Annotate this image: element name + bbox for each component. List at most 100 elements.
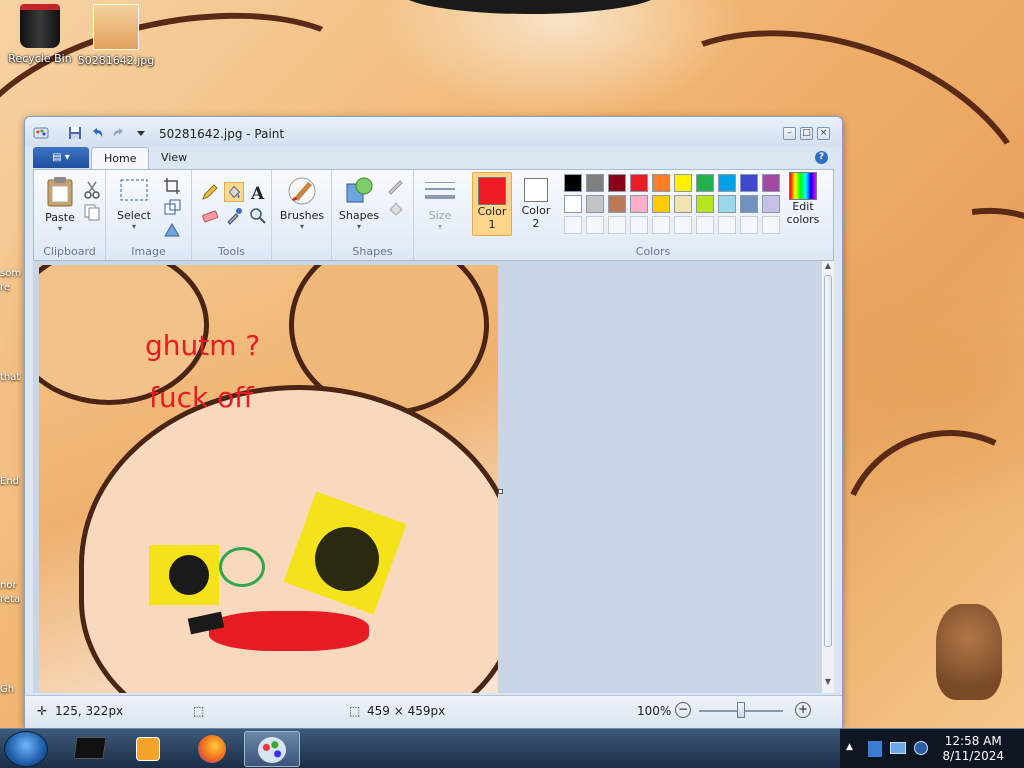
palette-swatch[interactable] bbox=[564, 174, 582, 192]
select-label: Select bbox=[117, 209, 151, 222]
canvas-text-2: fuck off bbox=[149, 381, 254, 414]
paint-app-icon[interactable] bbox=[33, 125, 49, 141]
brushes-group: Brushes ▾ bbox=[272, 170, 332, 260]
color1-button[interactable]: Color 1 bbox=[472, 172, 512, 236]
taskbar-app-paint[interactable] bbox=[244, 731, 300, 767]
canvas-resize-handle[interactable] bbox=[498, 489, 503, 494]
custom-color-slot[interactable] bbox=[586, 216, 604, 234]
taskbar-app-media-player[interactable] bbox=[120, 731, 176, 767]
canvas-workspace[interactable]: ghutm ? fuck off bbox=[33, 261, 821, 693]
brushes-label: Brushes bbox=[279, 209, 325, 222]
palette-swatch[interactable] bbox=[652, 195, 670, 213]
palette-swatch[interactable] bbox=[652, 174, 670, 192]
paste-button[interactable]: Paste ▾ bbox=[40, 176, 80, 233]
tools-group: A Tools bbox=[192, 170, 272, 260]
palette-swatch[interactable] bbox=[740, 174, 758, 192]
cut-icon[interactable] bbox=[82, 180, 102, 200]
tab-view[interactable]: View bbox=[149, 147, 199, 169]
image-group-label: Image bbox=[131, 245, 166, 258]
custom-color-slot[interactable] bbox=[630, 216, 648, 234]
palette-swatch[interactable] bbox=[696, 174, 714, 192]
palette-swatch[interactable] bbox=[608, 195, 626, 213]
zoom-in-button[interactable]: + bbox=[795, 702, 811, 718]
zoom-out-button[interactable]: − bbox=[675, 702, 691, 718]
pencil-icon[interactable] bbox=[200, 182, 220, 202]
custom-color-slot[interactable] bbox=[696, 216, 714, 234]
palette-swatch[interactable] bbox=[630, 195, 648, 213]
clock-time: 12:58 AM bbox=[944, 734, 1002, 748]
drawing-canvas[interactable]: ghutm ? fuck off bbox=[39, 265, 498, 693]
desktop-edge-label: som bbox=[0, 268, 22, 279]
desktop-edge-label: that bbox=[0, 372, 21, 383]
eraser-icon[interactable] bbox=[200, 206, 220, 226]
tray-app-icon[interactable] bbox=[868, 741, 882, 757]
taskbar-app-firefox[interactable] bbox=[184, 731, 240, 767]
hamster-widget[interactable] bbox=[936, 604, 1002, 700]
taskbar-app-terminal[interactable] bbox=[62, 731, 118, 767]
paint-menu-button[interactable]: ▤ ▾ bbox=[33, 147, 89, 168]
custom-color-slot[interactable] bbox=[564, 216, 582, 234]
custom-color-slot[interactable] bbox=[674, 216, 692, 234]
recycle-bin-icon bbox=[20, 4, 60, 48]
size-button[interactable]: Size ▾ bbox=[418, 176, 462, 231]
shape-fill-icon[interactable] bbox=[386, 198, 406, 218]
rotate-icon[interactable] bbox=[162, 220, 182, 240]
palette-swatch[interactable] bbox=[564, 195, 582, 213]
magnifier-icon[interactable] bbox=[248, 206, 268, 226]
crop-icon[interactable] bbox=[162, 176, 182, 196]
scroll-down-arrow[interactable]: ▼ bbox=[822, 677, 834, 691]
fill-icon[interactable] bbox=[224, 182, 244, 202]
palette-swatch[interactable] bbox=[718, 195, 736, 213]
text-icon[interactable]: A bbox=[248, 182, 268, 202]
vertical-scrollbar[interactable]: ▲ ▼ bbox=[821, 261, 834, 693]
tab-home[interactable]: Home bbox=[91, 147, 150, 169]
scroll-thumb[interactable] bbox=[824, 275, 832, 647]
palette-swatch[interactable] bbox=[718, 174, 736, 192]
title-bar[interactable]: 50281642.jpg - Paint – □ × bbox=[25, 117, 842, 147]
custom-color-slot[interactable] bbox=[608, 216, 626, 234]
shapes-button[interactable]: Shapes ▾ bbox=[334, 176, 384, 231]
color2-button[interactable]: Color 2 bbox=[516, 172, 556, 236]
paint-icon bbox=[258, 737, 286, 763]
brushes-button[interactable]: Brushes ▾ bbox=[276, 176, 328, 231]
cursor-position: 125, 322px bbox=[55, 704, 124, 718]
network-icon[interactable] bbox=[890, 742, 906, 754]
volume-icon[interactable] bbox=[914, 741, 928, 755]
shapes-label: Shapes bbox=[338, 209, 380, 222]
show-hidden-icons-icon[interactable]: ▲ bbox=[846, 742, 853, 752]
color-picker-icon[interactable] bbox=[224, 206, 244, 226]
palette-swatch[interactable] bbox=[586, 195, 604, 213]
minimize-button[interactable]: – bbox=[783, 127, 796, 140]
start-button[interactable] bbox=[4, 731, 48, 767]
scroll-up-arrow[interactable]: ▲ bbox=[822, 261, 834, 275]
close-button[interactable]: × bbox=[817, 127, 830, 140]
palette-swatch[interactable] bbox=[586, 174, 604, 192]
palette-swatch[interactable] bbox=[630, 174, 648, 192]
palette-swatch[interactable] bbox=[674, 195, 692, 213]
outline-icon[interactable] bbox=[386, 176, 406, 196]
palette-swatch[interactable] bbox=[696, 195, 714, 213]
select-button[interactable]: Select ▾ bbox=[112, 176, 156, 231]
desktop-icon-image-file[interactable]: 50281642.jpg bbox=[76, 4, 156, 67]
copy-icon[interactable] bbox=[82, 202, 102, 222]
edit-colors-button[interactable]: Edit colors bbox=[778, 172, 828, 226]
custom-color-slot[interactable] bbox=[740, 216, 758, 234]
customize-quick-access-icon[interactable] bbox=[133, 125, 149, 141]
save-icon[interactable] bbox=[67, 125, 83, 141]
desktop-edge-label: re bbox=[0, 282, 11, 293]
cursor-position-icon: ✛ bbox=[37, 704, 48, 718]
custom-color-slot[interactable] bbox=[652, 216, 670, 234]
resize-icon[interactable] bbox=[162, 198, 182, 218]
palette-swatch[interactable] bbox=[608, 174, 626, 192]
help-icon[interactable]: ? bbox=[815, 151, 828, 164]
undo-icon[interactable] bbox=[89, 125, 105, 141]
custom-color-slot[interactable] bbox=[718, 216, 736, 234]
clock[interactable]: 12:58 AM 8/11/2024 bbox=[942, 734, 1004, 764]
palette-swatch[interactable] bbox=[740, 195, 758, 213]
redo-icon[interactable] bbox=[111, 125, 127, 141]
zoom-slider-thumb[interactable] bbox=[737, 702, 745, 718]
desktop-icon-recycle-bin[interactable]: Recycle Bin bbox=[0, 4, 80, 65]
maximize-button[interactable]: □ bbox=[800, 127, 813, 140]
palette-swatch[interactable] bbox=[674, 174, 692, 192]
desktop-edge-label: reta bbox=[0, 594, 21, 605]
